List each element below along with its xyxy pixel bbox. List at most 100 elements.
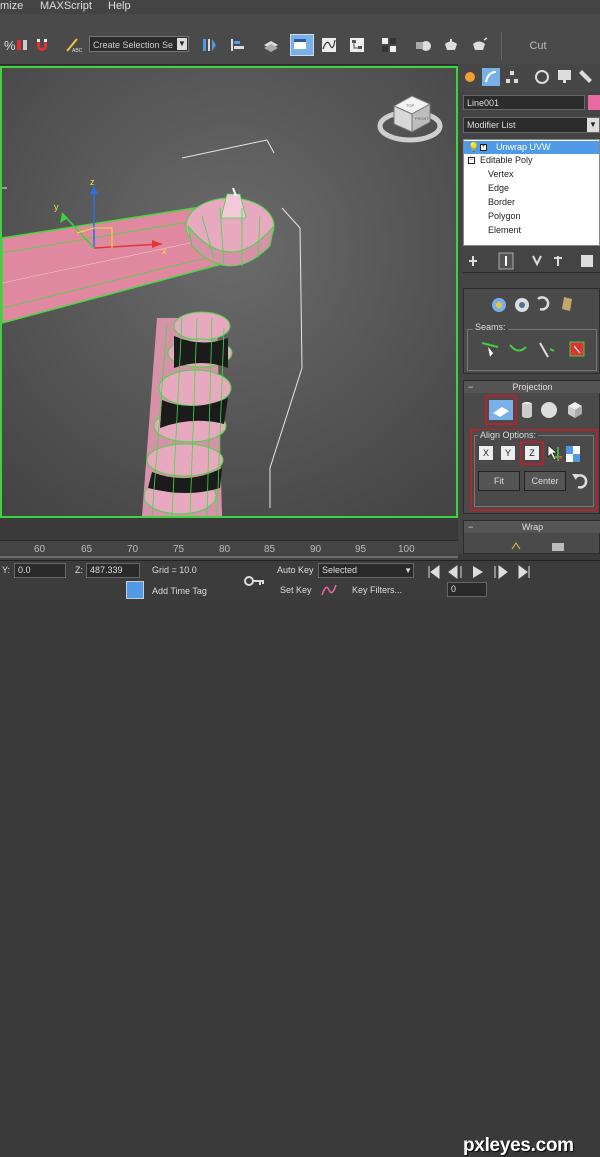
reset-projection-icon[interactable] bbox=[572, 474, 588, 489]
align-icon[interactable] bbox=[228, 36, 246, 54]
point-to-point-pelt-seams-icon[interactable] bbox=[539, 342, 555, 358]
render-production-icon[interactable] bbox=[470, 36, 488, 54]
tick-label: 95 bbox=[355, 544, 367, 555]
gizmo-x-label: x bbox=[162, 246, 167, 256]
stack-item-edge[interactable]: Edge bbox=[464, 182, 599, 195]
rendered-frame-window-icon[interactable] bbox=[442, 36, 460, 54]
z-coordinate-label: Z: bbox=[75, 565, 83, 575]
key-filters-button[interactable]: Key Filters... bbox=[352, 585, 402, 595]
tick-label: 85 bbox=[264, 544, 276, 555]
projection-rollout-title[interactable]: − Projection bbox=[464, 381, 600, 393]
stack-item-editable-poly[interactable]: − Editable Poly bbox=[464, 154, 599, 167]
stack-item-vertex[interactable]: Vertex bbox=[464, 168, 599, 181]
time-tag-icon[interactable] bbox=[126, 581, 144, 599]
object-color-swatch[interactable] bbox=[588, 95, 600, 110]
view-align-icon[interactable] bbox=[566, 446, 580, 462]
stack-item-unwrap-uvw[interactable]: 💡 + Unwrap UVW bbox=[464, 141, 599, 154]
current-frame-field[interactable]: 0 bbox=[447, 582, 487, 597]
auto-key-button[interactable]: Auto Key bbox=[277, 565, 314, 575]
z-coordinate-field[interactable]: 487.339 bbox=[86, 563, 140, 578]
align-options-label: Align Options: bbox=[478, 430, 539, 440]
edit-named-selection-icon[interactable]: ABC bbox=[64, 36, 82, 54]
next-frame-icon[interactable] bbox=[494, 565, 508, 579]
schematic-view-icon[interactable] bbox=[348, 36, 366, 54]
configure-modifier-sets-icon[interactable] bbox=[581, 255, 593, 267]
modify-tab-icon[interactable] bbox=[482, 68, 500, 86]
lightbulb-icon[interactable]: 💡 bbox=[468, 141, 479, 154]
magnet-icon[interactable] bbox=[33, 36, 51, 54]
key-mode-dropdown[interactable]: Selected ▼ bbox=[318, 563, 414, 578]
material-editor-icon[interactable] bbox=[380, 36, 398, 54]
add-time-tag-button[interactable]: Add Time Tag bbox=[152, 586, 207, 596]
chevron-down-icon: ▼ bbox=[587, 118, 599, 132]
save-uvw-icon[interactable] bbox=[562, 297, 572, 311]
cylindrical-map-icon[interactable] bbox=[522, 402, 532, 418]
edge-sel-to-pelt-seams-icon[interactable] bbox=[509, 344, 527, 352]
time-slider-track[interactable]: 60 65 70 75 80 85 90 95 100 bbox=[0, 540, 458, 561]
box-map-icon[interactable] bbox=[568, 402, 582, 418]
tweak-in-view-icon[interactable] bbox=[515, 298, 529, 312]
remove-modifier-icon[interactable] bbox=[554, 256, 562, 266]
menu-bar: mize MAXScript Help bbox=[0, 0, 600, 14]
spherical-map-icon[interactable] bbox=[541, 402, 557, 418]
tick-label: 70 bbox=[127, 544, 139, 555]
create-tab-icon[interactable] bbox=[465, 72, 475, 82]
modifier-stack-toolbar bbox=[463, 250, 600, 273]
play-icon[interactable] bbox=[473, 566, 483, 578]
stack-item-element[interactable]: Element bbox=[464, 224, 599, 237]
curve-editor-icon[interactable] bbox=[320, 36, 338, 54]
show-end-result-icon[interactable] bbox=[498, 252, 514, 270]
tick-label: 75 bbox=[173, 544, 185, 555]
tick-label: 65 bbox=[81, 544, 93, 555]
gizmo-z-label: z bbox=[90, 177, 95, 187]
reset-uvw-icon[interactable] bbox=[537, 296, 550, 311]
wrap-rollout-title[interactable]: − Wrap bbox=[464, 521, 600, 533]
make-unique-icon[interactable] bbox=[532, 255, 542, 267]
projection-rollout: − Projection Align Options: X Y Z Fit Ce… bbox=[463, 380, 600, 514]
set-key-button[interactable]: Set Key bbox=[280, 585, 312, 595]
unfold-map-icon[interactable] bbox=[552, 543, 564, 551]
stack-item-border[interactable]: Border bbox=[464, 196, 599, 209]
y-coordinate-label: Y: bbox=[2, 565, 11, 575]
exp-face-sel-to-pelt-seams-icon[interactable] bbox=[569, 341, 585, 357]
tick-label: 60 bbox=[34, 544, 46, 555]
named-selection-set-dropdown[interactable]: Create Selection Se ▼ bbox=[89, 36, 189, 52]
perspective-viewport[interactable]: z y x TOP FRONT bbox=[0, 66, 458, 518]
menu-item-maxscript[interactable]: MAXScript bbox=[40, 0, 92, 12]
preserve-uvs-icon[interactable] bbox=[492, 298, 506, 312]
go-to-end-icon[interactable] bbox=[518, 565, 530, 579]
key-tangent-icon[interactable] bbox=[321, 584, 337, 596]
spline-map-icon[interactable] bbox=[511, 542, 521, 550]
object-name-field[interactable]: Line001 bbox=[463, 95, 585, 110]
command-panel: Line001 Modifier List ▼ 💡 + Unwrap UVW −… bbox=[458, 64, 600, 554]
tick-label: 100 bbox=[398, 544, 415, 555]
svg-text:ABC: ABC bbox=[72, 48, 82, 54]
modifier-list-dropdown[interactable]: Modifier List ▼ bbox=[463, 117, 600, 133]
render-setup-icon[interactable] bbox=[414, 36, 432, 54]
layer-manager-icon[interactable] bbox=[262, 36, 280, 54]
point-to-point-seam-icon[interactable] bbox=[481, 342, 499, 357]
pin-stack-icon[interactable] bbox=[469, 256, 477, 266]
go-to-start-icon[interactable] bbox=[428, 565, 440, 579]
stack-item-polygon[interactable]: Polygon bbox=[464, 210, 599, 223]
cut-button[interactable]: Cut bbox=[501, 32, 574, 60]
expand-icon[interactable]: + bbox=[480, 144, 487, 151]
key-icon[interactable] bbox=[244, 576, 264, 586]
view-cube-top-label: TOP bbox=[406, 103, 414, 108]
previous-frame-icon[interactable] bbox=[448, 565, 462, 579]
fit-button[interactable]: Fit bbox=[478, 471, 520, 491]
align-z-button[interactable]: Z bbox=[524, 445, 540, 461]
mirror-icon[interactable] bbox=[200, 36, 218, 54]
menu-item-customize[interactable]: mize bbox=[0, 0, 23, 12]
align-x-button[interactable]: X bbox=[478, 445, 494, 461]
planar-map-icon[interactable] bbox=[489, 400, 513, 420]
center-button[interactable]: Center bbox=[524, 471, 566, 491]
align-y-button[interactable]: Y bbox=[500, 445, 516, 461]
y-coordinate-field[interactable]: 0.0 bbox=[14, 563, 66, 578]
watermark: pxleyes.com bbox=[463, 1135, 574, 1156]
graphite-modeling-tools-icon[interactable] bbox=[290, 34, 314, 56]
spinner-snap-icon[interactable] bbox=[14, 36, 32, 54]
collapse-icon[interactable]: − bbox=[468, 157, 475, 164]
menu-item-help[interactable]: Help bbox=[108, 0, 131, 12]
tick-label: 80 bbox=[219, 544, 231, 555]
